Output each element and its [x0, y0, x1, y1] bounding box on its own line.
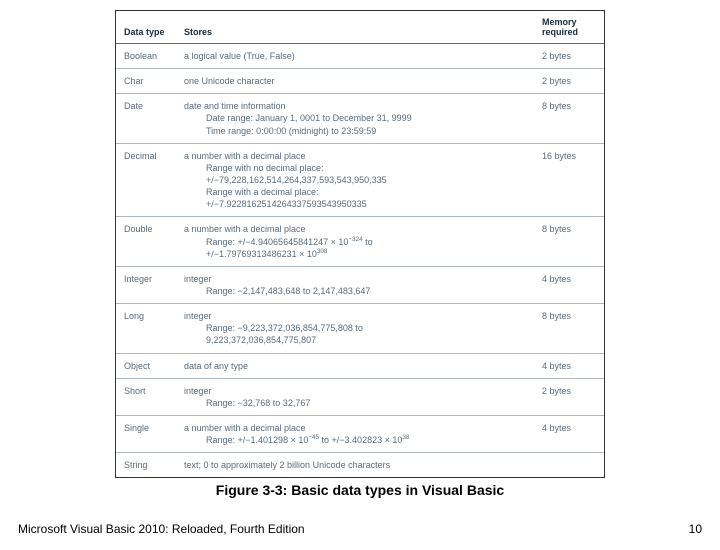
table-row: Objectdata of any type4 bytes — [116, 353, 604, 378]
table-row: Singlea number with a decimal placeRange… — [116, 415, 604, 452]
cell-type: Single — [116, 415, 176, 452]
cell-stores: integerRange: −32,768 to 32,767 — [176, 378, 534, 415]
cell-memory: 16 bytes — [534, 143, 604, 217]
cell-type: Date — [116, 94, 176, 143]
cell-memory: 8 bytes — [534, 304, 604, 353]
cell-memory: 2 bytes — [534, 69, 604, 94]
cell-type: Double — [116, 217, 176, 266]
cell-memory: 8 bytes — [534, 217, 604, 266]
header-stores: Stores — [176, 11, 534, 44]
cell-stores: a number with a decimal placeRange with … — [176, 143, 534, 217]
cell-stores: one Unicode character — [176, 69, 534, 94]
cell-stores: a logical value (True, False) — [176, 44, 534, 69]
cell-type: String — [116, 453, 176, 478]
table-row: Doublea number with a decimal placeRange… — [116, 217, 604, 266]
table-row: Decimala number with a decimal placeRang… — [116, 143, 604, 217]
cell-type: Decimal — [116, 143, 176, 217]
header-memory: Memory required — [534, 11, 604, 44]
cell-memory: 8 bytes — [534, 94, 604, 143]
cell-memory: 4 bytes — [534, 415, 604, 452]
cell-type: Char — [116, 69, 176, 94]
table-row: IntegerintegerRange: −2,147,483,648 to 2… — [116, 266, 604, 303]
cell-type: Integer — [116, 266, 176, 303]
table-row: Datedate and time informationDate range:… — [116, 94, 604, 143]
cell-type: Boolean — [116, 44, 176, 69]
cell-stores: integerRange: −2,147,483,648 to 2,147,48… — [176, 266, 534, 303]
footer-page-number: 10 — [689, 522, 702, 536]
footer-book-title: Microsoft Visual Basic 2010: Reloaded, F… — [18, 522, 305, 536]
cell-type: Long — [116, 304, 176, 353]
cell-stores: integerRange: −9,223,372,036,854,775,808… — [176, 304, 534, 353]
header-data-type: Data type — [116, 11, 176, 44]
cell-stores: date and time informationDate range: Jan… — [176, 94, 534, 143]
table-row: Stringtext; 0 to approximately 2 billion… — [116, 453, 604, 478]
data-type-table: Data type Stores Memory required Boolean… — [116, 11, 604, 477]
table-row: LongintegerRange: −9,223,372,036,854,775… — [116, 304, 604, 353]
cell-type: Object — [116, 353, 176, 378]
table-row: Booleana logical value (True, False)2 by… — [116, 44, 604, 69]
cell-memory: 4 bytes — [534, 353, 604, 378]
figure-caption: Figure 3-3: Basic data types in Visual B… — [0, 482, 720, 498]
cell-stores: a number with a decimal placeRange: +/−1… — [176, 415, 534, 452]
cell-memory: 2 bytes — [534, 44, 604, 69]
table-row: ShortintegerRange: −32,768 to 32,7672 by… — [116, 378, 604, 415]
cell-stores: data of any type — [176, 353, 534, 378]
data-type-table-wrap: Data type Stores Memory required Boolean… — [115, 10, 605, 478]
cell-stores: a number with a decimal placeRange: +/−4… — [176, 217, 534, 266]
cell-memory: 2 bytes — [534, 378, 604, 415]
cell-memory: 4 bytes — [534, 266, 604, 303]
page-footer: Microsoft Visual Basic 2010: Reloaded, F… — [18, 522, 702, 536]
table-row: Charone Unicode character2 bytes — [116, 69, 604, 94]
cell-type: Short — [116, 378, 176, 415]
cell-memory — [534, 453, 604, 478]
cell-stores: text; 0 to approximately 2 billion Unico… — [176, 453, 534, 478]
